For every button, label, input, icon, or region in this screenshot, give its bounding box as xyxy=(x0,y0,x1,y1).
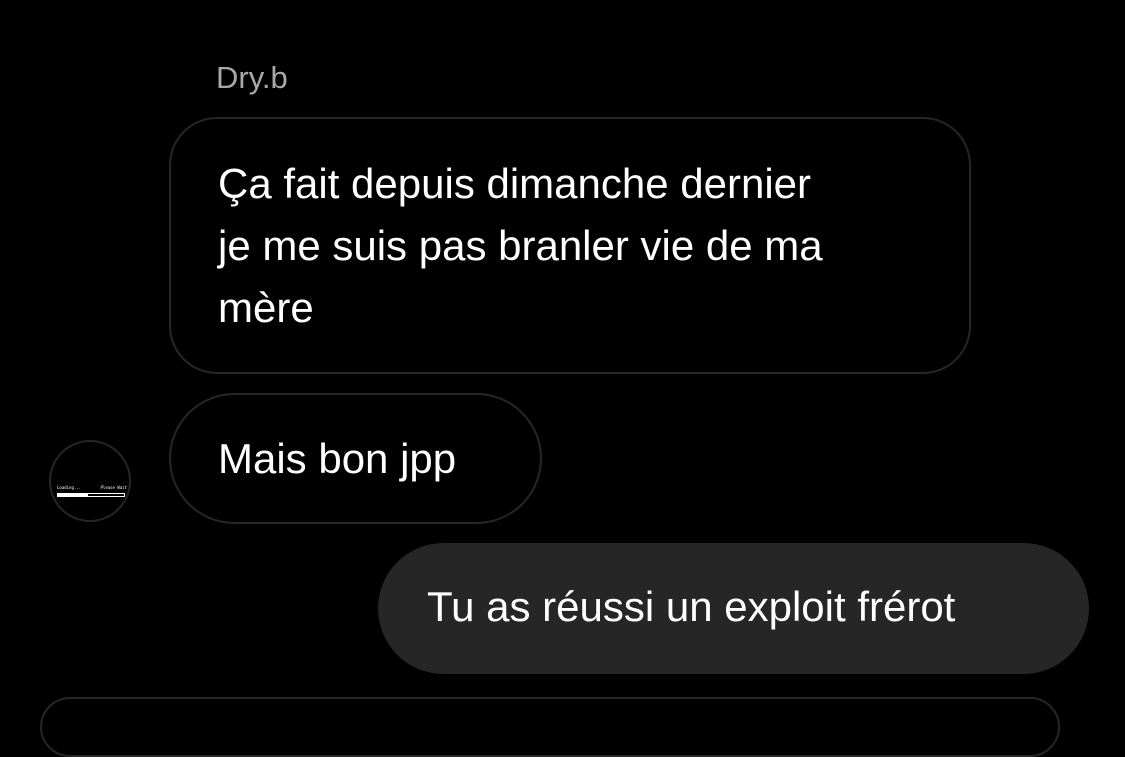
sender-name: Dry.b xyxy=(216,60,288,95)
message-bubble-sent[interactable]: Tu as réussi un exploit frérot xyxy=(378,543,1089,674)
message-bubble-received[interactable]: Mais bon jpp xyxy=(169,393,542,524)
avatar-progress-fill xyxy=(58,494,88,496)
message-bubble-received[interactable]: Ça fait depuis dimanche dernier je me su… xyxy=(169,117,971,374)
avatar[interactable]: Loading... Please Wait xyxy=(49,440,131,522)
avatar-progress-bar xyxy=(57,493,125,497)
avatar-loading-text: Loading... Please Wait xyxy=(57,485,127,490)
message-bubble-partial xyxy=(40,697,1060,757)
